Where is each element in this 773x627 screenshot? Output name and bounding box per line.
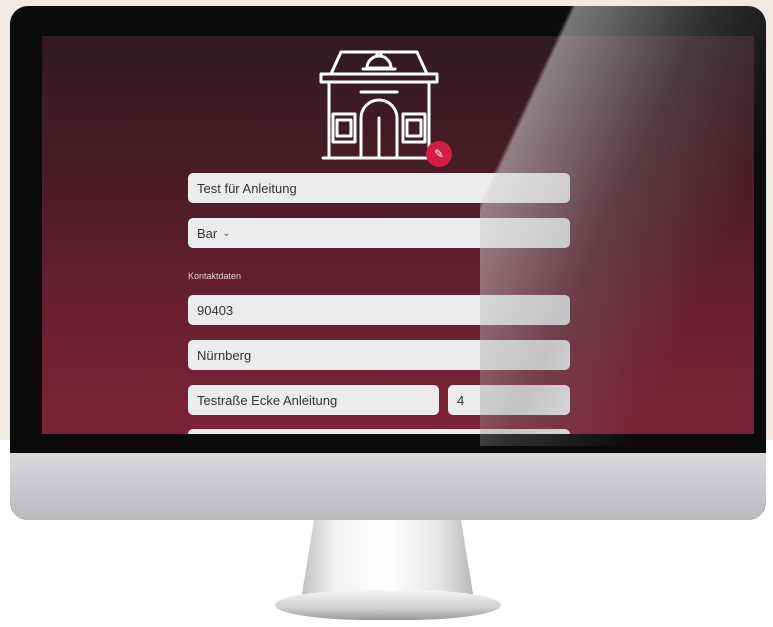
monitor: ✎ Bar ⌄ Kontaktdaten xyxy=(10,6,766,520)
next-field-partial[interactable] xyxy=(188,429,570,434)
pencil-icon: ✎ xyxy=(433,147,445,161)
name-input[interactable] xyxy=(197,180,561,196)
zip-input[interactable] xyxy=(197,302,561,318)
city-field[interactable] xyxy=(188,340,570,370)
monitor-stand-base xyxy=(275,590,501,620)
edit-logo-button[interactable]: ✎ xyxy=(426,141,452,167)
venue-logo[interactable]: ✎ xyxy=(319,42,452,167)
zip-field[interactable] xyxy=(188,295,570,325)
street-field[interactable] xyxy=(188,385,439,415)
city-input[interactable] xyxy=(197,347,561,363)
app-screen: ✎ Bar ⌄ Kontaktdaten xyxy=(42,36,754,434)
monitor-chin xyxy=(10,453,766,520)
restaurant-building-icon xyxy=(319,50,439,160)
street-input[interactable] xyxy=(197,392,430,408)
category-select[interactable]: Bar ⌄ xyxy=(188,218,570,248)
section-label-contact: Kontaktdaten xyxy=(188,271,242,281)
house-number-field[interactable] xyxy=(448,385,570,415)
name-field[interactable] xyxy=(188,173,570,203)
category-selected-value: Bar xyxy=(197,225,218,241)
chevron-down-icon: ⌄ xyxy=(222,227,231,239)
house-number-input[interactable] xyxy=(457,392,561,408)
